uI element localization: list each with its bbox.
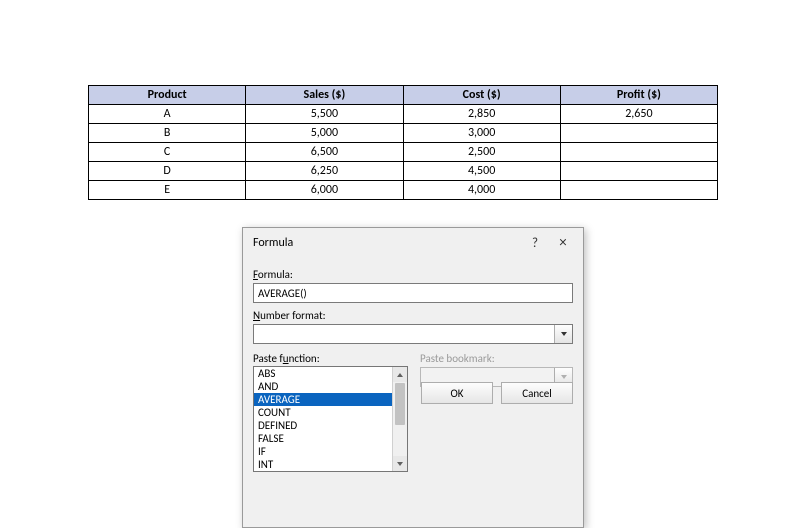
table-header-row: Product Sales ($) Cost ($) Profit ($) bbox=[89, 86, 718, 105]
cell bbox=[560, 143, 717, 162]
cell: 3,000 bbox=[403, 124, 560, 143]
cell: 6,500 bbox=[246, 143, 403, 162]
table-row: A 5,500 2,850 2,650 bbox=[89, 105, 718, 124]
cell bbox=[560, 162, 717, 181]
close-button[interactable]: × bbox=[549, 232, 577, 254]
cell: 6,000 bbox=[246, 181, 403, 200]
cell: A bbox=[89, 105, 246, 124]
table-row: E 6,000 4,000 bbox=[89, 181, 718, 200]
cell bbox=[560, 181, 717, 200]
list-item-selected[interactable]: AVERAGE bbox=[254, 393, 392, 406]
scroll-down-icon[interactable] bbox=[393, 456, 407, 471]
cell: 5,000 bbox=[246, 124, 403, 143]
scroll-up-icon[interactable] bbox=[393, 367, 407, 382]
paste-function-label: Paste function: bbox=[253, 352, 408, 365]
cancel-button[interactable]: Cancel bbox=[501, 382, 573, 404]
ok-button[interactable]: OK bbox=[421, 382, 493, 404]
cell: 4,000 bbox=[403, 181, 560, 200]
cell: C bbox=[89, 143, 246, 162]
chevron-down-icon[interactable] bbox=[554, 325, 572, 343]
list-item[interactable]: DEFINED bbox=[254, 419, 392, 432]
list-item[interactable]: FALSE bbox=[254, 432, 392, 445]
table-row: B 5,000 3,000 bbox=[89, 124, 718, 143]
cell: 2,650 bbox=[560, 105, 717, 124]
col-header: Profit ($) bbox=[560, 86, 717, 105]
cell: E bbox=[89, 181, 246, 200]
col-header: Product bbox=[89, 86, 246, 105]
cell: 6,250 bbox=[246, 162, 403, 181]
cell bbox=[560, 124, 717, 143]
dialog-titlebar[interactable]: Formula ? × bbox=[243, 228, 583, 258]
function-dropdown-list: ABS AND AVERAGE COUNT DEFINED FALSE IF I… bbox=[253, 366, 408, 472]
cell: B bbox=[89, 124, 246, 143]
number-format-label: Number format: bbox=[253, 309, 573, 322]
list-item[interactable]: COUNT bbox=[254, 406, 392, 419]
list-item[interactable]: AND bbox=[254, 380, 392, 393]
list-item[interactable]: IF bbox=[254, 445, 392, 458]
dialog-title: Formula bbox=[253, 236, 521, 250]
formula-label: Formula: bbox=[253, 268, 573, 281]
scroll-thumb[interactable] bbox=[395, 383, 405, 425]
cell: 5,500 bbox=[246, 105, 403, 124]
formula-dialog: Formula ? × Formula: Number format: Past… bbox=[242, 227, 584, 528]
table-row: C 6,500 2,500 bbox=[89, 143, 718, 162]
number-format-combo[interactable] bbox=[253, 324, 573, 344]
cell: 2,850 bbox=[403, 105, 560, 124]
col-header: Sales ($) bbox=[246, 86, 403, 105]
list-item[interactable]: ABS bbox=[254, 367, 392, 380]
cell: 2,500 bbox=[403, 143, 560, 162]
help-button[interactable]: ? bbox=[521, 232, 549, 254]
number-format-value bbox=[254, 325, 554, 343]
paste-bookmark-label: Paste bookmark: bbox=[420, 352, 573, 365]
col-header: Cost ($) bbox=[403, 86, 560, 105]
formula-input[interactable] bbox=[253, 283, 573, 303]
function-list[interactable]: ABS AND AVERAGE COUNT DEFINED FALSE IF I… bbox=[254, 367, 392, 471]
cell: 4,500 bbox=[403, 162, 560, 181]
product-table: Product Sales ($) Cost ($) Profit ($) A … bbox=[88, 85, 718, 200]
cell: D bbox=[89, 162, 246, 181]
dialog-body: Formula: Number format: Paste function: … bbox=[243, 258, 583, 527]
list-item[interactable]: INT bbox=[254, 458, 392, 471]
table-row: D 6,250 4,500 bbox=[89, 162, 718, 181]
scrollbar[interactable] bbox=[392, 367, 407, 471]
